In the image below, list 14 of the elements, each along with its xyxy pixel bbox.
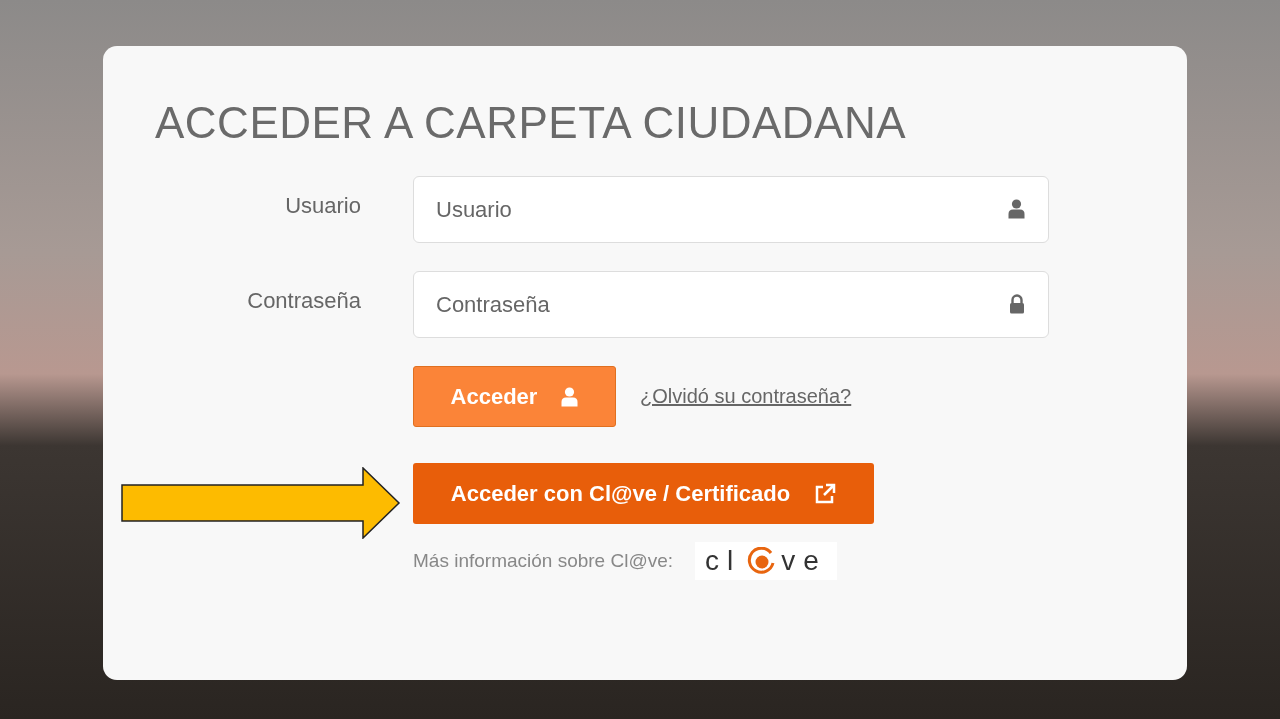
lock-icon (1009, 294, 1025, 314)
username-field[interactable]: Usuario (413, 176, 1049, 243)
user-icon (561, 386, 579, 407)
clave-logo[interactable]: cl ve (695, 542, 837, 580)
password-field[interactable]: Contraseña (413, 271, 1049, 338)
page-title: ACCEDER A CARPETA CIUDADANA (155, 98, 908, 148)
field-label: Usuario (284, 192, 362, 219)
external-link-icon (814, 482, 837, 505)
clave-login-button[interactable]: Acceder con Cl@ve / Certificado (413, 463, 874, 524)
at-sign-icon (747, 547, 776, 575)
field-label: Contraseña (246, 287, 362, 314)
user-icon (1008, 199, 1025, 219)
forgot-password-link[interactable]: ¿Olvidó su contraseña? (640, 385, 852, 408)
more-info-text: Más información sobre Cl@ve: (413, 550, 674, 572)
